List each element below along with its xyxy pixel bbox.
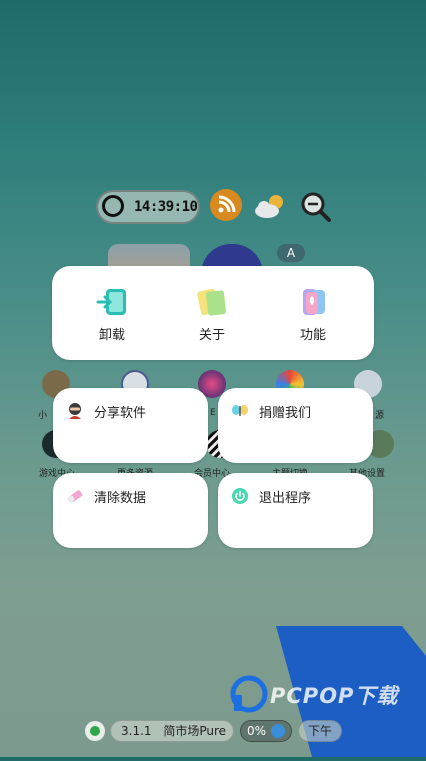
clear-data-label: 清除数据 [94, 491, 147, 506]
power-icon [231, 487, 249, 505]
uninstall-button[interactable]: 卸载 [82, 286, 142, 343]
pcpop-logo-icon [230, 675, 268, 713]
uninstall-icon [96, 286, 128, 318]
appstore-icon[interactable]: A [277, 244, 305, 262]
watermark-text: PCPOP下载 [270, 684, 399, 708]
background-app-label: 小 [38, 411, 48, 421]
clock-time: 14:39:10 [134, 199, 198, 215]
donate-label: 捐赠我们 [259, 406, 312, 421]
quick-actions-card: 卸载 关于 功能 [52, 266, 374, 360]
exit-app-label: 退出程序 [259, 491, 312, 506]
battery-percent: 0% [247, 724, 267, 738]
zoom-search-icon[interactable] [300, 191, 332, 223]
clear-data-button[interactable]: 清除数据 [53, 473, 208, 548]
eraser-icon [66, 487, 84, 505]
ninja-icon [66, 402, 84, 420]
time-period-pill[interactable]: 下午 [298, 720, 342, 742]
features-label: 功能 [299, 328, 326, 343]
exit-app-button[interactable]: 退出程序 [218, 473, 373, 548]
online-indicator-icon [90, 726, 100, 736]
donate-button[interactable]: 捐赠我们 [218, 388, 373, 463]
features-icon [297, 286, 329, 318]
weather-icon[interactable] [252, 192, 288, 220]
version-number: 3.1.1 [121, 724, 152, 738]
about-button[interactable]: 关于 [182, 286, 242, 343]
features-button[interactable]: 功能 [283, 286, 343, 343]
about-icon [196, 286, 228, 318]
share-app-button[interactable]: 分享软件 [53, 388, 208, 463]
background-app-label: E [210, 408, 216, 418]
butterfly-icon [231, 402, 249, 420]
share-app-label: 分享软件 [94, 406, 147, 421]
status-dot [85, 721, 105, 741]
battery-pill[interactable]: 0% [240, 720, 292, 742]
battery-icon [271, 724, 285, 738]
clock-ring-icon [102, 195, 124, 217]
version-pill[interactable]: 3.1.1 简市场Pure [110, 720, 234, 742]
app-name: 简市场Pure [163, 724, 227, 738]
background-app-label: 源 [375, 411, 385, 421]
about-label: 关于 [198, 328, 225, 343]
rss-icon[interactable] [210, 189, 242, 221]
uninstall-label: 卸载 [98, 328, 125, 343]
